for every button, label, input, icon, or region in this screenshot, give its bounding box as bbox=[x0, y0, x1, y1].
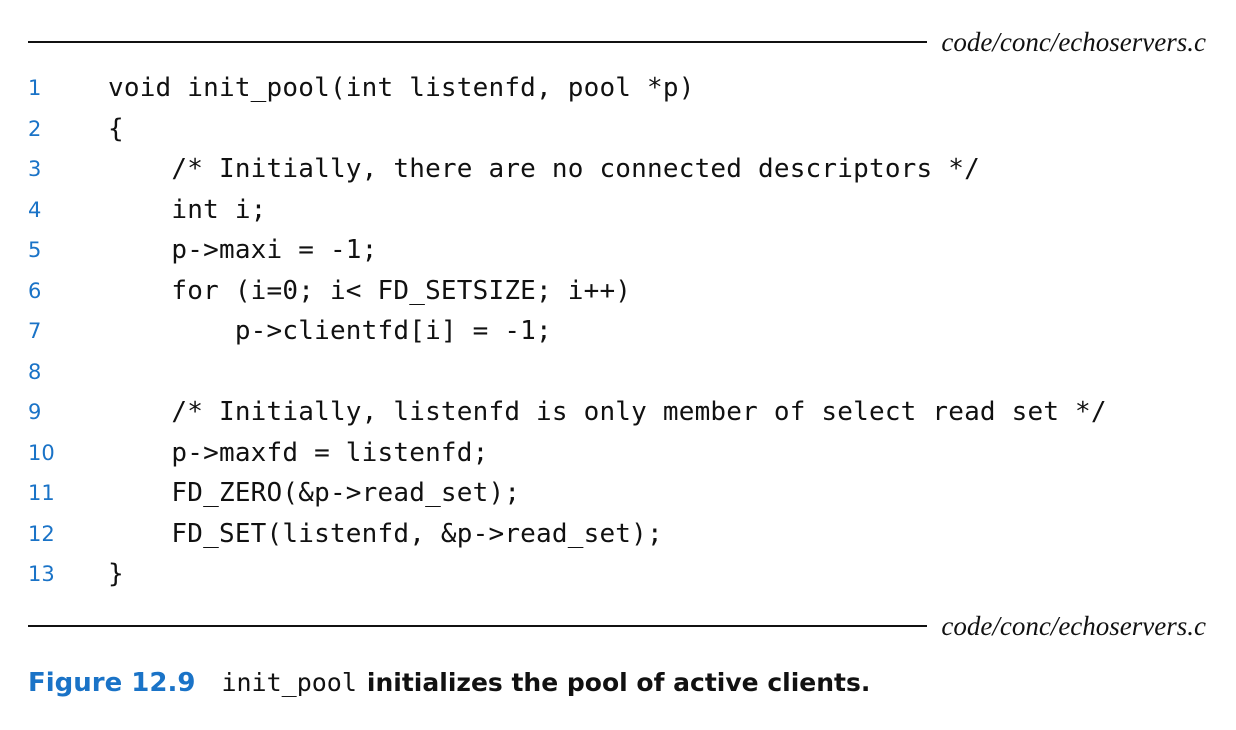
line-number: 7 bbox=[28, 319, 42, 344]
code-line: 13 } bbox=[28, 554, 1218, 595]
line-number: 9 bbox=[28, 400, 42, 425]
line-number: 3 bbox=[28, 157, 42, 182]
code-text: p->maxi = -1; bbox=[108, 235, 378, 266]
line-number: 2 bbox=[28, 116, 42, 141]
code-listing: 1 void init_pool(int listenfd, pool *p) … bbox=[28, 68, 1218, 595]
figure-caption: Figure 12.9 init_pool initializes the po… bbox=[28, 668, 870, 698]
code-line: 8 bbox=[28, 352, 1218, 393]
line-number: 11 bbox=[28, 481, 55, 506]
caption-text: initializes the pool of active clients. bbox=[366, 668, 871, 697]
code-line: 12 FD_SET(listenfd, &p->read_set); bbox=[28, 514, 1218, 555]
footer-divider bbox=[28, 625, 928, 627]
code-text: void init_pool(int listenfd, pool *p) bbox=[108, 73, 695, 104]
code-text: int i; bbox=[108, 194, 267, 225]
code-line: 6 for (i=0; i< FD_SETSIZE; i++) bbox=[28, 271, 1218, 312]
code-text: { bbox=[108, 113, 124, 144]
code-line: 4 int i; bbox=[28, 190, 1218, 231]
line-number: 12 bbox=[28, 521, 55, 546]
header-divider bbox=[28, 41, 928, 43]
code-line: 7 p->clientfd[i] = -1; bbox=[28, 311, 1218, 352]
line-number: 6 bbox=[28, 278, 42, 303]
code-line: 10 p->maxfd = listenfd; bbox=[28, 433, 1218, 474]
code-line: 3 /* Initially, there are no connected d… bbox=[28, 149, 1218, 190]
code-text: /* Initially, there are no connected des… bbox=[108, 154, 980, 185]
code-line: 1 void init_pool(int listenfd, pool *p) bbox=[28, 68, 1218, 109]
code-text: FD_SET(listenfd, &p->read_set); bbox=[108, 518, 663, 549]
header-filename: code/conc/echoservers.c bbox=[941, 26, 1206, 57]
code-text: p->maxfd = listenfd; bbox=[108, 437, 489, 468]
figure-label: Figure 12.9 bbox=[28, 668, 196, 698]
line-number: 13 bbox=[28, 562, 55, 587]
line-number: 10 bbox=[28, 440, 55, 465]
code-text: p->clientfd[i] = -1; bbox=[108, 316, 552, 347]
footer-rule: code/conc/echoservers.c bbox=[28, 606, 1206, 646]
code-line: 5 p->maxi = -1; bbox=[28, 230, 1218, 271]
code-line: 9 /* Initially, listenfd is only member … bbox=[28, 392, 1218, 433]
code-text: } bbox=[108, 559, 124, 590]
code-line: 2 { bbox=[28, 109, 1218, 150]
code-text: /* Initially, listenfd is only member of… bbox=[108, 397, 1107, 428]
line-number: 8 bbox=[28, 359, 42, 384]
code-text: FD_ZERO(&p->read_set); bbox=[108, 478, 521, 509]
line-number: 5 bbox=[28, 238, 42, 263]
code-text: for (i=0; i< FD_SETSIZE; i++) bbox=[108, 275, 632, 306]
footer-filename: code/conc/echoservers.c bbox=[941, 610, 1206, 641]
caption-function-name: init_pool bbox=[221, 668, 357, 697]
line-number: 1 bbox=[28, 76, 42, 101]
code-line: 11 FD_ZERO(&p->read_set); bbox=[28, 473, 1218, 514]
header-rule: code/conc/echoservers.c bbox=[28, 22, 1206, 62]
line-number: 4 bbox=[28, 197, 42, 222]
